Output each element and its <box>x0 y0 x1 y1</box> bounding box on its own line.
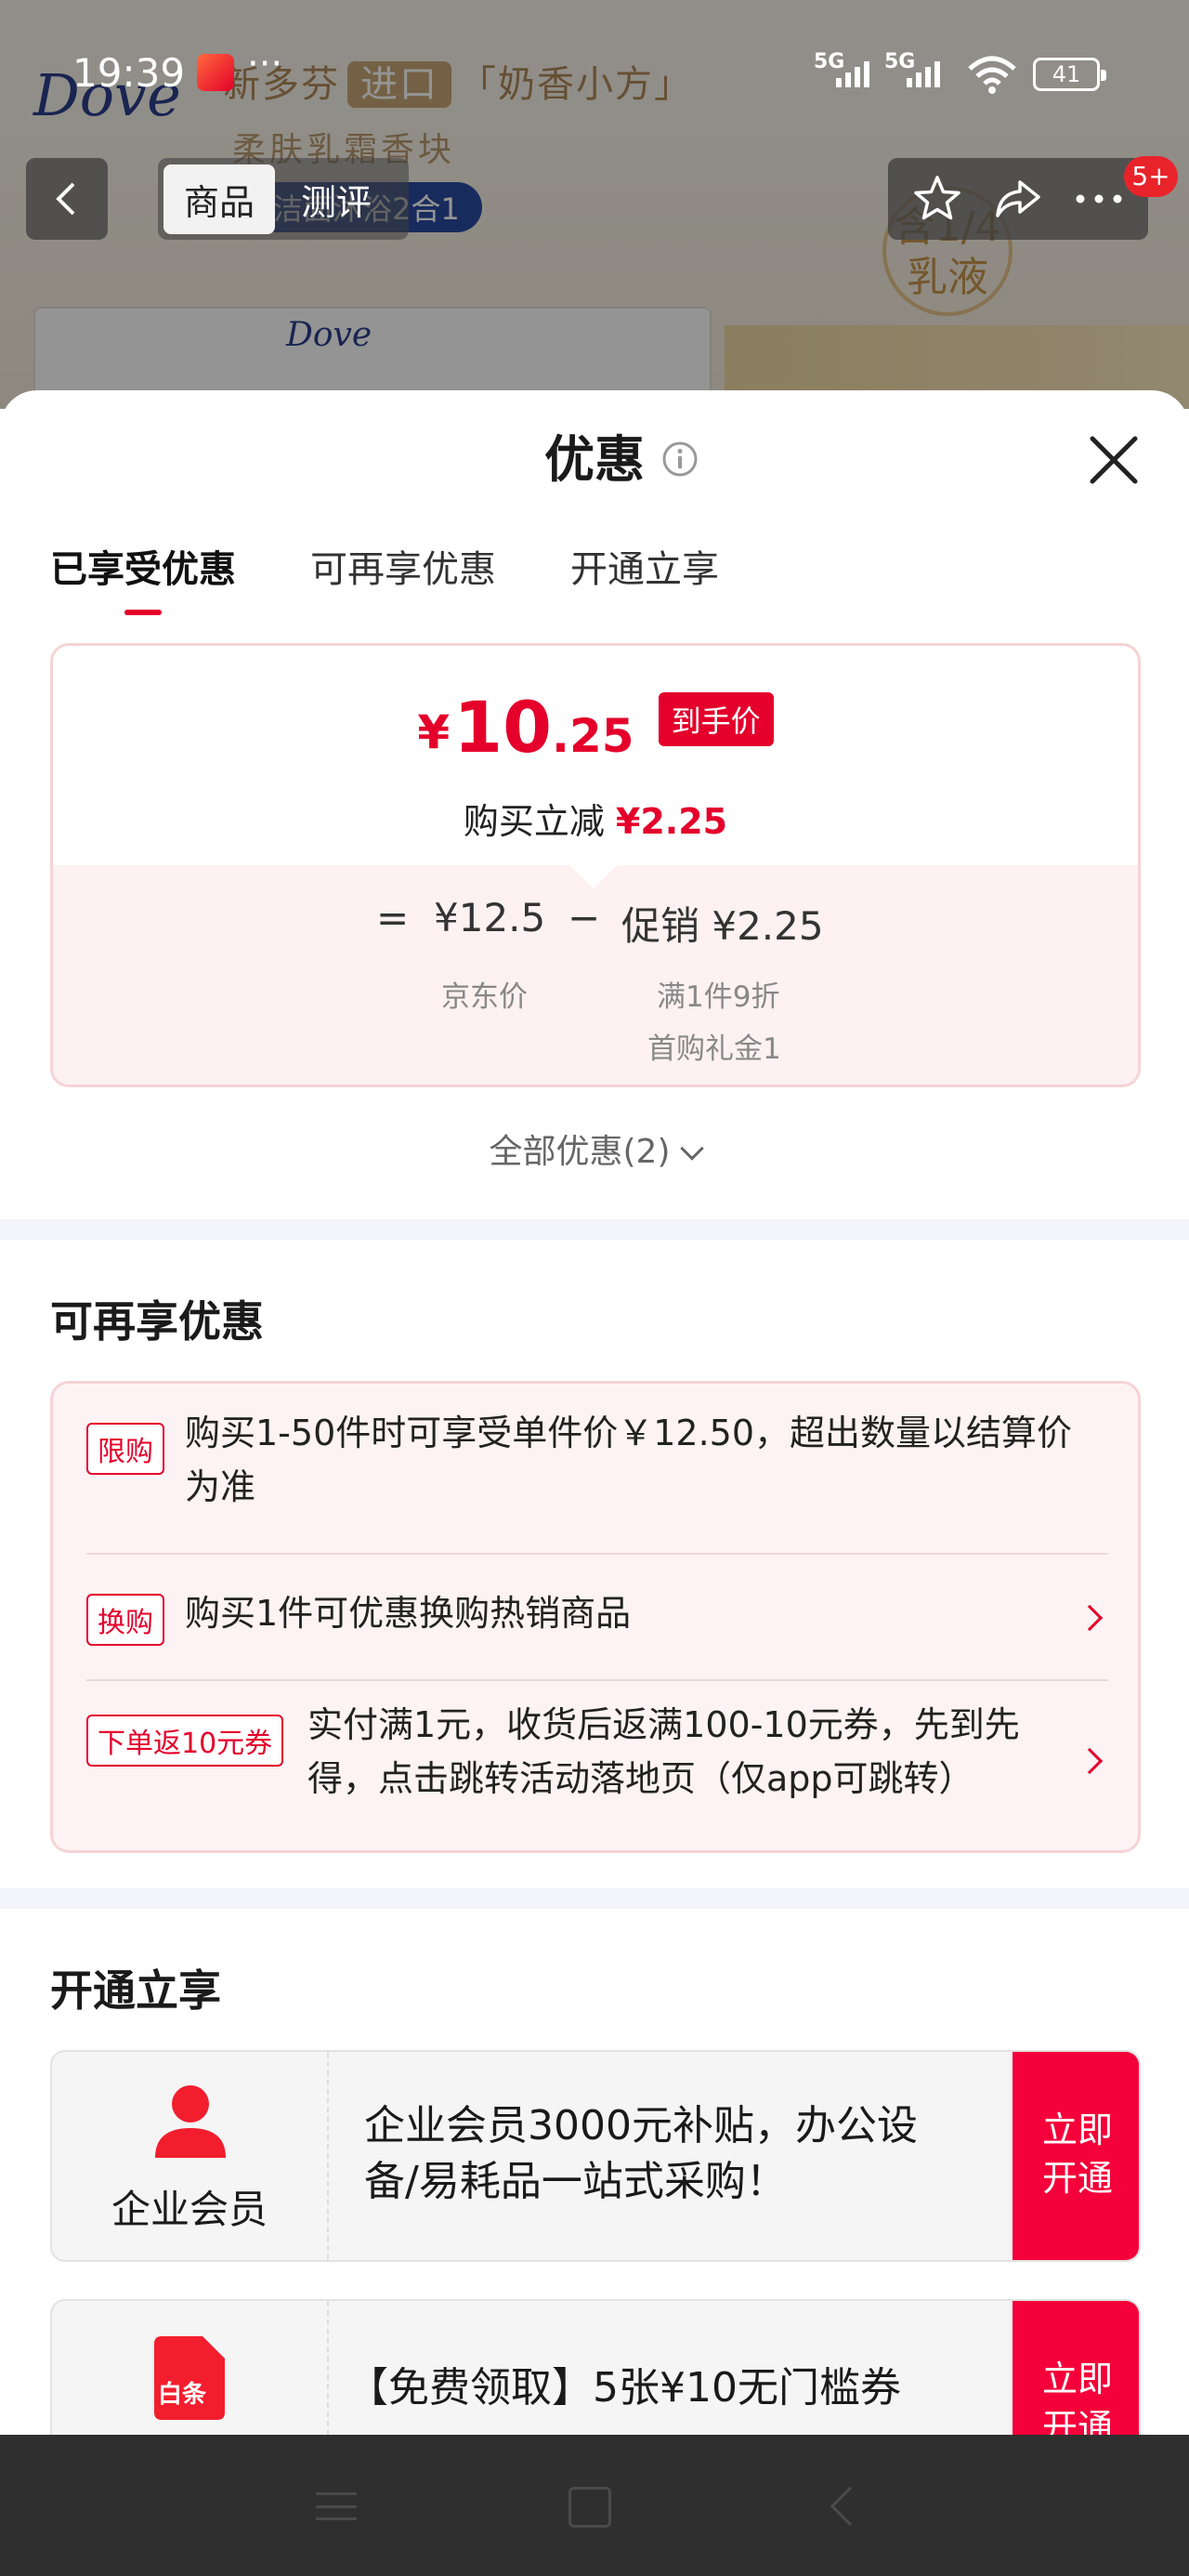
back-button[interactable] <box>26 158 108 240</box>
tab-review[interactable]: 测评 <box>281 164 392 234</box>
info-icon[interactable] <box>661 440 699 478</box>
section-divider <box>0 1219 1189 1240</box>
jd-price: ¥12.5 <box>434 895 546 940</box>
product-nav-tabs: 商品 测评 <box>158 158 409 240</box>
system-navigation-bar <box>0 2435 1189 2576</box>
share-button[interactable] <box>988 169 1048 229</box>
system-back-button[interactable] <box>830 2486 870 2527</box>
offers-sheet: 优惠 已享受优惠 可再享优惠 开通立享 ¥ 10 .25 到手价 购买立减 ¥2.… <box>0 390 1189 2511</box>
offer-text-exchange: 购买1件可优惠换购热销商品 <box>185 1593 632 1634</box>
signal-bars-1-icon <box>836 61 869 87</box>
member-description: 企业会员3000元补贴，办公设 备/易耗品一站式采购！ <box>364 2102 918 2205</box>
offer-item-coupon[interactable]: 下单返10元券 实付满1元，收货后返满100-10元券，先到先 得，点击跳转活动… <box>86 1698 1108 1828</box>
app-notification-icon <box>197 54 234 91</box>
equals-sign: = <box>376 895 410 940</box>
recent-apps-button[interactable] <box>316 2492 357 2520</box>
open-member-button[interactable]: 立即 开通 <box>1013 2052 1139 2260</box>
tab-enjoyed-offers[interactable]: 已享受优惠 <box>50 539 236 615</box>
status-time: 19:39 <box>72 50 186 96</box>
more-dots-icon <box>1076 194 1122 204</box>
offer-tag-exchange: 换购 <box>86 1594 164 1646</box>
close-button[interactable] <box>1081 427 1146 493</box>
sheet-title: 优惠 <box>544 430 645 489</box>
member-name: 企业会员 <box>111 2187 268 2232</box>
baitiao-icon-label: 白条 <box>158 2381 207 2409</box>
promo-amount: 促销 ¥2.25 <box>621 903 824 949</box>
price-currency: ¥ <box>417 705 451 759</box>
section-divider <box>0 1888 1189 1909</box>
open-now-title: 开通立享 <box>50 1965 221 2016</box>
member-left: 企业会员 <box>52 2052 329 2260</box>
offer-tag-coupon: 下单返10元券 <box>86 1715 284 1767</box>
final-price-section: ¥ 10 .25 到手价 购买立减 ¥2.25 <box>53 646 1138 865</box>
home-button[interactable] <box>568 2487 611 2528</box>
sheet-header: 优惠 <box>0 418 1189 493</box>
minus-sign: − <box>568 895 601 940</box>
discount-value: ¥2.25 <box>615 801 728 842</box>
more-button[interactable] <box>1069 169 1129 229</box>
price-card: ¥ 10 .25 到手价 购买立减 ¥2.25 = ¥12.5 − 促销 ¥2.2… <box>50 643 1141 1087</box>
offer-item-exchange[interactable]: 换购 购买1件可优惠换购热销商品 <box>86 1573 1108 1666</box>
offer-separator <box>86 1679 1108 1681</box>
chevron-left-icon <box>56 182 75 216</box>
chevron-right-icon <box>1076 1747 1104 1775</box>
offer-item-limit: 限购 购买1-50件时可享受单件价￥12.50，超出数量以结算价 为准 <box>86 1406 1108 1527</box>
tab-open-now[interactable]: 开通立享 <box>570 539 719 615</box>
offer-text-coupon: 实付满1元，收货后返满100-10元券，先到先 得，点击跳转活动落地页（仅app… <box>307 1704 1020 1799</box>
jd-price-label: 京东价 <box>441 980 528 1014</box>
offer-tabs: 已享受优惠 可再享优惠 开通立享 <box>50 539 719 615</box>
final-price-tag: 到手价 <box>658 692 774 746</box>
discount-label: 购买立减 <box>463 801 605 842</box>
signal-bars-2-icon <box>907 61 940 87</box>
discount-summary: 购买立减 ¥2.25 <box>53 793 1138 844</box>
price-integer: 10 <box>453 686 552 769</box>
all-offers-label: 全部优惠(2) <box>489 1133 671 1171</box>
status-bar: 19:39 ··· 5G 5G 41 <box>0 0 1189 149</box>
star-icon <box>914 176 961 220</box>
final-price: ¥ 10 .25 到手价 <box>53 692 1138 763</box>
price-breakdown: = ¥12.5 − 促销 ¥2.25 京东价 满1件9折 首购礼金1 <box>53 841 1138 1084</box>
nav-actions <box>888 158 1148 240</box>
price-decimal: .25 <box>551 709 634 763</box>
user-icon <box>155 2085 226 2158</box>
offer-tag-limit: 限购 <box>86 1423 164 1475</box>
message-count-badge: 5+ <box>1124 156 1178 197</box>
offer-separator <box>86 1553 1108 1555</box>
chevron-down-icon <box>679 1137 704 1161</box>
share-icon <box>996 180 1040 217</box>
tab-product[interactable]: 商品 <box>163 164 276 234</box>
more-offers-title: 可再享优惠 <box>50 1296 264 1347</box>
battery-icon: 41 <box>1033 58 1106 91</box>
all-offers-toggle[interactable]: 全部优惠(2) <box>0 1124 1189 1173</box>
more-offers-list: 限购 购买1-50件时可享受单件价￥12.50，超出数量以结算价 为准 换购 购… <box>50 1381 1141 1853</box>
baitiao-description: 【免费领取】5张¥10无门槛券 <box>347 2364 901 2412</box>
status-more: ··· <box>247 43 283 85</box>
wifi-icon <box>968 56 1016 94</box>
tab-more-offers[interactable]: 可再享优惠 <box>310 539 496 615</box>
favorite-button[interactable] <box>908 169 967 229</box>
promo-detail-2: 首购礼金1 <box>647 1032 781 1066</box>
offer-text-limit: 购买1-50件时可享受单件价￥12.50，超出数量以结算价 为准 <box>185 1413 1073 1507</box>
promo-detail-1: 满1件9折 <box>657 980 780 1014</box>
enterprise-member-card: 企业会员 企业会员3000元补贴，办公设 备/易耗品一站式采购！ 立即 开通 <box>50 2050 1141 2262</box>
chevron-right-icon <box>1076 1604 1104 1632</box>
